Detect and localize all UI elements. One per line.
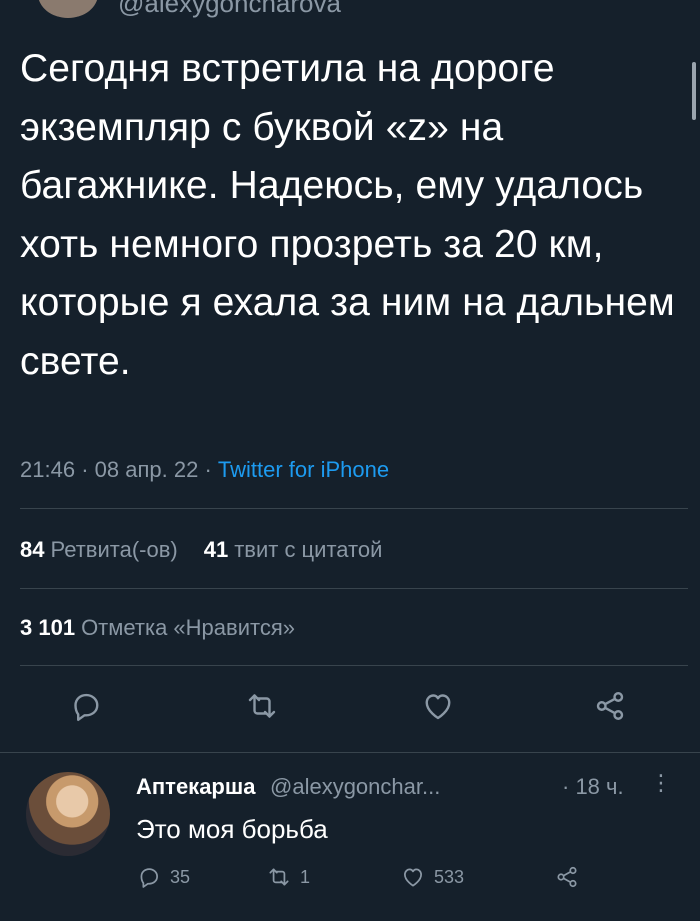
divider	[20, 588, 688, 589]
divider	[20, 508, 688, 509]
tweet-meta: 21:46 · 08 апр. 22 · Twitter for iPhone	[20, 457, 389, 483]
author-handle[interactable]: @alexygoncharova	[118, 0, 341, 19]
share-icon	[557, 866, 577, 888]
reply-reply-button[interactable]: 35	[136, 862, 190, 892]
tweet-source-link[interactable]: Twitter for iPhone	[218, 457, 389, 482]
retweet-icon[interactable]	[244, 688, 280, 724]
previous-header-cut: @alexygoncharova	[0, 0, 700, 22]
retweet-stats: 84 Ретвита(-ов) 41 твит с цитатой	[20, 537, 382, 563]
tweet-date: 08 апр. 22	[94, 457, 199, 482]
reply-avatar[interactable]	[26, 772, 110, 856]
retweet-icon	[269, 868, 289, 886]
share-icon[interactable]	[592, 688, 628, 724]
like-icon	[404, 868, 422, 887]
reply-like-button[interactable]: 533	[400, 862, 464, 892]
like-icon[interactable]	[420, 688, 456, 724]
reply-retweet-count: 1	[300, 866, 311, 887]
meta-separator: ·	[81, 457, 95, 482]
reply-icon	[140, 868, 158, 888]
more-options-icon[interactable]: ⋮	[650, 770, 672, 796]
quotes-count[interactable]: 41	[204, 537, 228, 562]
tweet-time: 21:46	[20, 457, 76, 482]
retweets-count[interactable]: 84	[20, 537, 44, 562]
reply-reply-count: 35	[170, 866, 191, 887]
divider	[0, 752, 700, 753]
retweets-label[interactable]: Ретвита(-ов)	[50, 537, 177, 562]
likes-count[interactable]: 3 101	[20, 615, 75, 640]
like-stats: 3 101 Отметка «Нравится»	[20, 615, 295, 641]
author-avatar[interactable]	[38, 0, 98, 18]
reply-actions: 35 1 533	[0, 862, 700, 902]
likes-label[interactable]: Отметка «Нравится»	[81, 615, 295, 640]
reply-like-count: 533	[434, 866, 465, 887]
tweet-text: Сегодня встретила на дороге экземпляр с …	[20, 47, 675, 383]
meta-separator: ·	[204, 457, 218, 482]
reply-tweet[interactable]: Аптекарша @alexygonchar... · 18 ч. ⋮ Это…	[0, 760, 700, 921]
reply-text: Это моя борьба	[136, 814, 328, 844]
reply-retweet-button[interactable]: 1	[266, 862, 310, 892]
quotes-label[interactable]: твит с цитатой	[234, 537, 382, 562]
scrollbar[interactable]	[692, 62, 696, 120]
divider	[20, 665, 688, 666]
reply-time: · 18 ч.	[562, 774, 624, 799]
tweet-actions	[0, 688, 700, 728]
reply-share-button[interactable]	[554, 862, 588, 892]
reply-author-handle[interactable]: @alexygonchar...	[270, 774, 440, 800]
reply-icon[interactable]	[68, 688, 104, 724]
reply-author-name[interactable]: Аптекарша	[136, 774, 255, 800]
